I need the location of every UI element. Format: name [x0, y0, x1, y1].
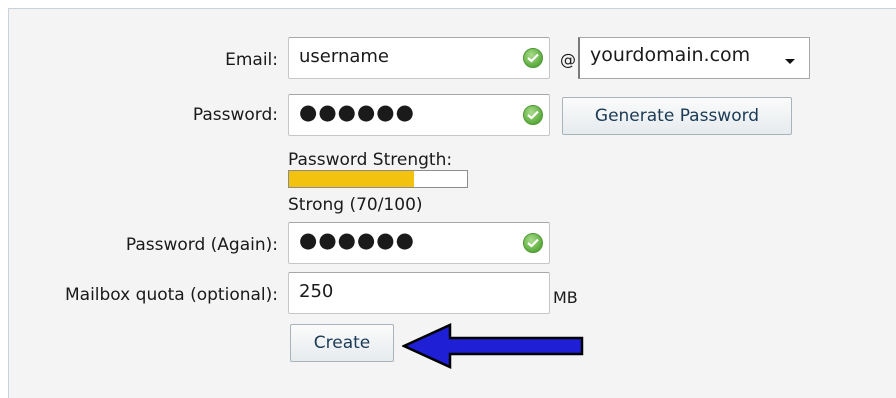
- generate-password-button[interactable]: Generate Password: [562, 97, 792, 135]
- domain-value: yourdomain.com: [590, 44, 751, 66]
- quota-field[interactable]: 250: [288, 272, 550, 314]
- quota-value: 250: [299, 281, 334, 302]
- email-field[interactable]: username: [288, 37, 550, 79]
- arrow-left-icon: [402, 323, 584, 369]
- password-field[interactable]: ●●●●●●: [288, 94, 550, 136]
- password-again-label: Password (Again):: [125, 235, 278, 255]
- create-button[interactable]: Create: [290, 324, 394, 362]
- password-label: Password:: [192, 105, 278, 125]
- password-strength-meter: [288, 170, 468, 188]
- check-icon: [523, 233, 543, 253]
- domain-select[interactable]: yourdomain.com: [578, 37, 810, 79]
- password-value: ●●●●●●: [299, 100, 415, 124]
- check-icon: [523, 105, 543, 125]
- password-again-field[interactable]: ●●●●●●: [288, 222, 550, 264]
- email-label: Email:: [225, 50, 278, 70]
- password-strength-text: Strong (70/100): [288, 195, 423, 215]
- quota-unit: MB: [553, 288, 578, 307]
- check-icon: [523, 48, 543, 68]
- password-strength-fill: [289, 171, 414, 187]
- at-symbol: @: [560, 50, 576, 69]
- quota-label: Mailbox quota (optional):: [64, 285, 278, 305]
- password-strength-label: Password Strength:: [288, 150, 453, 170]
- email-value: username: [299, 46, 389, 67]
- chevron-down-icon: [785, 59, 795, 64]
- password-again-value: ●●●●●●: [299, 228, 415, 252]
